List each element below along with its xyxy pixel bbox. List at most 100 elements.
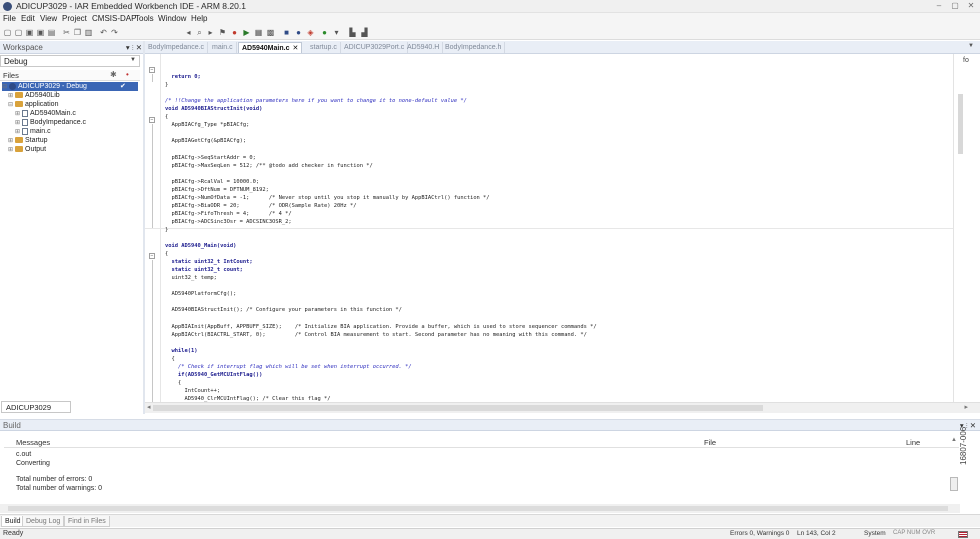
code-line[interactable]: pBIACfg->SeqStartAddr = 0;	[165, 154, 255, 162]
horizontal-scrollbar-thumb[interactable]	[153, 405, 763, 411]
download-and-debug-icon[interactable]: ●	[320, 28, 329, 37]
maximize-button[interactable]: ▢	[948, 1, 962, 11]
code-line[interactable]: AppBIACfg_Type *pBIACfg;	[165, 121, 249, 129]
navigate-back-icon[interactable]: ◂	[184, 28, 193, 37]
scroll-left-icon[interactable]: ◂	[147, 403, 151, 411]
navigate-forward-icon[interactable]: ▸	[206, 28, 215, 37]
code-line[interactable]: /* Check if interrupt flag which will be…	[165, 363, 412, 371]
stop-build-icon[interactable]: ▩	[266, 28, 275, 37]
configuration-select[interactable]: Debug ▼	[0, 55, 140, 67]
code-line[interactable]: }	[165, 81, 168, 89]
save-icon[interactable]: ▣	[25, 28, 34, 37]
scroll-right-icon[interactable]: ▸	[964, 403, 968, 411]
tree-item-ad5940lib[interactable]: ⊞ AD5940Lib	[8, 91, 60, 100]
code-line[interactable]: {	[165, 113, 168, 121]
tab-debug-log[interactable]: Debug Log	[22, 516, 65, 527]
debug-log-icon[interactable]: ▟	[360, 28, 369, 37]
copy-icon[interactable]: ❐	[73, 28, 82, 37]
breakpoint-icon[interactable]: ◈	[306, 28, 315, 37]
menu-file[interactable]: File	[3, 14, 16, 23]
code-line[interactable]: pBIACfg->RcalVal = 10000.0;	[165, 178, 259, 186]
vertical-scrollbar-thumb[interactable]	[958, 94, 963, 154]
tab-bodyimpedance-c[interactable]: BodyImpedance.c	[145, 42, 209, 53]
debug-without-download-icon[interactable]: ●	[294, 28, 303, 37]
workspace-window-controls[interactable]: ▾ ⫶ ✕	[126, 43, 142, 53]
line-column-header[interactable]: Line	[906, 438, 920, 447]
editor-horizontal-scrollbar[interactable]: ◂ ▸	[145, 402, 980, 413]
debug-icon[interactable]: ■	[282, 28, 291, 37]
code-line[interactable]: while(1)	[165, 347, 197, 355]
code-line[interactable]: return 0;	[165, 73, 200, 81]
cut-icon[interactable]: ✂	[62, 28, 71, 37]
code-line[interactable]: AD5940BIAStructInit(); /* Configure your…	[165, 306, 401, 314]
code-line[interactable]: }	[165, 226, 168, 234]
undo-icon[interactable]: ↶	[99, 28, 108, 37]
code-line[interactable]: {	[165, 250, 168, 258]
code-line[interactable]: AppBIAGetCfg(&pBIACfg);	[165, 137, 246, 145]
menu-help[interactable]: Help	[191, 14, 207, 23]
build-hscroll-thumb[interactable]	[8, 506, 948, 511]
build-scrollbar-thumb[interactable]	[950, 477, 958, 491]
menu-project[interactable]: Project	[62, 14, 87, 23]
code-line[interactable]: if(AD5940_GetMCUIntFlag())	[165, 371, 262, 379]
tree-item-bodyimpedance[interactable]: ⊞ BodyImpedance.c	[15, 118, 86, 127]
tab-bodyimpedance-h[interactable]: BodyImpedance.h	[442, 42, 506, 53]
tree-item-project[interactable]: ⊟ ADICUP3029 - Debug ✔	[2, 82, 138, 91]
code-line[interactable]: void AD5940BIAStructInit(void)	[165, 105, 262, 113]
compile-icon[interactable]: ▦	[254, 28, 263, 37]
tree-item-main[interactable]: ⊞ main.c	[15, 127, 51, 136]
fold-marker-icon[interactable]: −	[149, 67, 155, 73]
collapse-icon[interactable]: ⊟	[8, 101, 15, 110]
tree-item-startup[interactable]: ⊞ Startup	[8, 136, 48, 145]
tab-ad5940main-c[interactable]: AD5940Main.c ✕	[238, 42, 303, 53]
tab-main-c[interactable]: main.c	[209, 42, 237, 53]
redo-icon[interactable]: ↷	[110, 28, 119, 37]
menu-tools[interactable]: Tools	[135, 14, 154, 23]
code-line[interactable]: IntCount++;	[165, 387, 220, 395]
tab-ad5940-h[interactable]: AD5940.H	[404, 42, 444, 53]
code-line[interactable]: pBIACfg->BiaODR = 20; /* ODR(Sample Rate…	[165, 202, 356, 210]
dropdown-arrow-icon[interactable]: ▾	[332, 28, 341, 37]
code-line[interactable]: AppBIACtrl(BIACTRL_START, 0); /* Control…	[165, 331, 586, 339]
workspace-tab[interactable]: ADICUP3029	[1, 401, 71, 413]
code-line[interactable]: static uint32_t IntCount;	[165, 258, 252, 266]
menu-view[interactable]: View	[40, 14, 57, 23]
tab-list-dropdown-icon[interactable]: ▼	[968, 43, 974, 49]
open-file-icon[interactable]: ▢	[14, 28, 23, 37]
code-line[interactable]: pBIACfg->DftNum = DFTNUM_8192;	[165, 186, 268, 194]
expand-icon[interactable]: ⊞	[8, 146, 15, 155]
tree-item-output[interactable]: ⊞ Output	[8, 145, 46, 154]
tab-startup-c[interactable]: startup.c	[307, 42, 341, 53]
fold-marker-icon[interactable]: −	[149, 117, 155, 123]
find-icon[interactable]: ⌕	[195, 28, 204, 37]
new-file-icon[interactable]: ▢	[3, 28, 12, 37]
code-line[interactable]: uint32_t temp;	[165, 274, 216, 282]
code-line[interactable]: static uint32_t count;	[165, 266, 242, 274]
code-line[interactable]: pBIACfg->NumOfData = -1; /* Never stop u…	[165, 194, 489, 202]
code-line[interactable]: pBIACfg->FifoThresh = 4; /* 4 */	[165, 210, 291, 218]
tab-adicup3029port-c[interactable]: ADICUP3029Port.c	[341, 42, 409, 53]
menu-edit[interactable]: Edit	[21, 14, 35, 23]
messages-column-header[interactable]: Messages	[16, 438, 50, 447]
fold-marker-icon[interactable]: −	[149, 253, 155, 259]
close-tab-icon[interactable]: ✕	[292, 45, 298, 52]
save-all-icon[interactable]: ▣	[36, 28, 45, 37]
code-editor[interactable]: − − − return 0;} /* !!Change the applicat…	[145, 54, 953, 402]
code-line[interactable]: {	[165, 379, 181, 387]
scroll-up-icon[interactable]: ▲	[951, 437, 957, 443]
make-icon[interactable]: ▶	[242, 28, 251, 37]
code-line[interactable]: /* !!Change the application parameters h…	[165, 97, 467, 105]
tree-item-ad5940main[interactable]: ⊞ AD5940Main.c	[15, 109, 76, 118]
terminal-icon[interactable]: ▙	[348, 28, 357, 37]
menu-window[interactable]: Window	[158, 14, 186, 23]
build-horizontal-scrollbar[interactable]	[0, 504, 960, 513]
code-line[interactable]: AD5940PlatformCfg();	[165, 290, 236, 298]
close-window-button[interactable]: ✕	[964, 1, 978, 11]
code-line[interactable]: pBIACfg->ADCSinc3Osr = ADCSINC3OSR_2;	[165, 218, 291, 226]
code-line[interactable]: pBIACfg->MaxSeqLen = 512; /** @todo add …	[165, 162, 372, 170]
file-column-header[interactable]: File	[704, 438, 716, 447]
function-navigator-label[interactable]: fo	[963, 57, 969, 64]
toggle-bookmark-icon[interactable]: ⚑	[218, 28, 227, 37]
paste-icon[interactable]: ▥	[84, 28, 93, 37]
code-line[interactable]: {	[165, 355, 174, 363]
